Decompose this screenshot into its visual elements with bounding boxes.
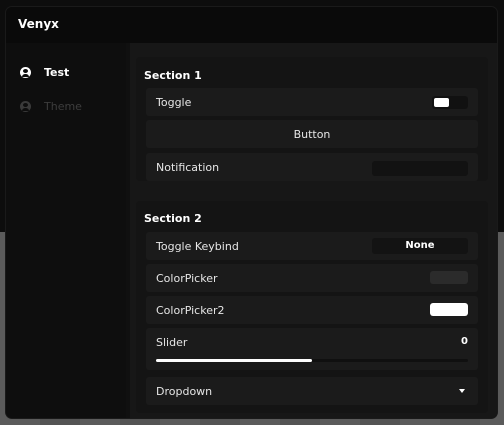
section-2: Section 2 Toggle Keybind None ColorPicke… (136, 201, 488, 413)
notification-label: Notification (156, 161, 220, 174)
section-1: Section 1 Toggle Button Notification (136, 57, 488, 181)
content-panel: Section 1 Toggle Button Notification Sec… (130, 43, 497, 418)
title-bar[interactable]: Venyx (6, 7, 497, 43)
sidebar-item-label: Test (44, 66, 70, 79)
section-title: Section 2 (144, 212, 202, 225)
colorpicker-row: ColorPicker (146, 264, 478, 292)
sidebar-item-theme[interactable]: Theme (6, 95, 126, 119)
colorpicker2-row: ColorPicker2 (146, 296, 478, 324)
colorpicker2-label: ColorPicker2 (156, 304, 225, 317)
user-circle-icon (20, 67, 31, 78)
button-label: Button (293, 128, 331, 141)
notification-input[interactable] (372, 161, 468, 176)
colorpicker-swatch[interactable] (430, 271, 468, 284)
slider-fill (156, 359, 312, 362)
dropdown-label: Dropdown (156, 385, 213, 398)
toggle-knob (434, 98, 449, 107)
toggle-row[interactable]: Toggle (146, 88, 478, 116)
dropdown-row[interactable]: Dropdown (146, 377, 478, 405)
slider-label: Slider (156, 336, 188, 349)
notification-row: Notification (146, 153, 478, 181)
toggle-label: Toggle (156, 96, 192, 109)
slider-row: Slider 0 (146, 328, 478, 370)
chevron-down-icon[interactable] (459, 389, 465, 393)
slider-value: 0 (461, 336, 468, 347)
sidebar-item-label: Theme (44, 100, 82, 113)
keybind-row: Toggle Keybind None (146, 232, 478, 260)
button-row[interactable]: Button (146, 120, 478, 148)
sidebar-item-test[interactable]: Test (6, 61, 126, 85)
colorpicker2-swatch[interactable] (430, 303, 468, 316)
sidebar: Test Theme (6, 43, 126, 418)
section-title: Section 1 (144, 69, 202, 82)
keybind-label: Toggle Keybind (156, 240, 239, 253)
keybind-button[interactable]: None (372, 238, 468, 254)
slider-track[interactable] (156, 359, 468, 362)
ui-window: Venyx Test Theme Section 1 Toggle Button (6, 7, 497, 418)
window-title: Venyx (18, 17, 59, 31)
user-circle-icon (20, 101, 31, 112)
colorpicker-label: ColorPicker (156, 272, 218, 285)
toggle-switch[interactable] (432, 96, 468, 109)
